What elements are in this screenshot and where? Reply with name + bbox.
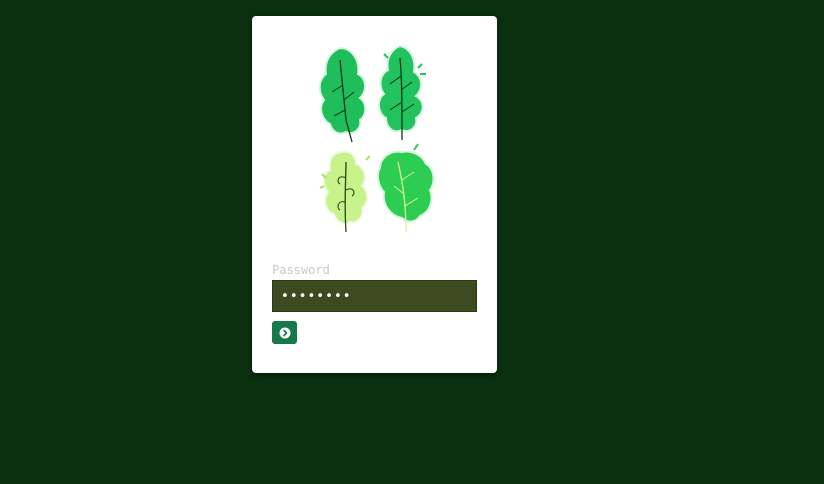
submit-button[interactable] — [272, 321, 297, 344]
password-label: Password — [272, 263, 330, 277]
password-field[interactable] — [272, 280, 477, 312]
round-leaf-icon — [376, 143, 435, 233]
leaves-logo — [318, 44, 435, 233]
chevron-right-circle-icon — [279, 327, 290, 338]
oak-leaf-icon — [318, 46, 367, 143]
oak-leaf-icon — [378, 44, 426, 141]
curly-leaf-icon — [319, 150, 371, 233]
login-card: Password — [252, 16, 497, 373]
